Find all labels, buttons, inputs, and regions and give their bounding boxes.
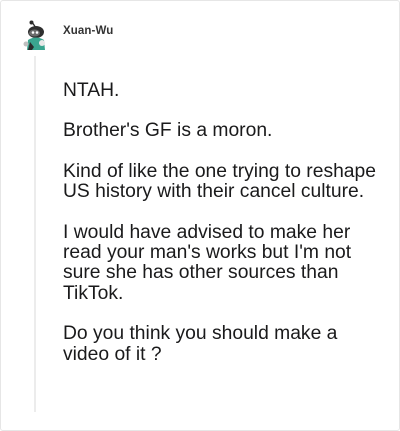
comment-paragraph: NTAH. xyxy=(63,80,120,101)
comment-body: NTAH. Brother's GF is a moron. Kind of l… xyxy=(63,80,383,385)
comment-paragraph: Brother's GF is a moron. xyxy=(63,120,273,142)
comment-paragraph: Do you think you should make a video of … xyxy=(63,323,338,365)
comment-paragraph: Kind of like the one trying to reshape U… xyxy=(63,160,376,203)
snoo-avatar-icon[interactable] xyxy=(21,20,51,50)
comment-author[interactable]: Xuan-Wu xyxy=(63,25,113,37)
comment-paragraph: I would have advised to make her read yo… xyxy=(63,221,352,304)
comment-card: Xuan-Wu NTAH. Brother's GF is a moron. K… xyxy=(0,0,400,431)
thread-collapse-line[interactable] xyxy=(34,56,36,412)
